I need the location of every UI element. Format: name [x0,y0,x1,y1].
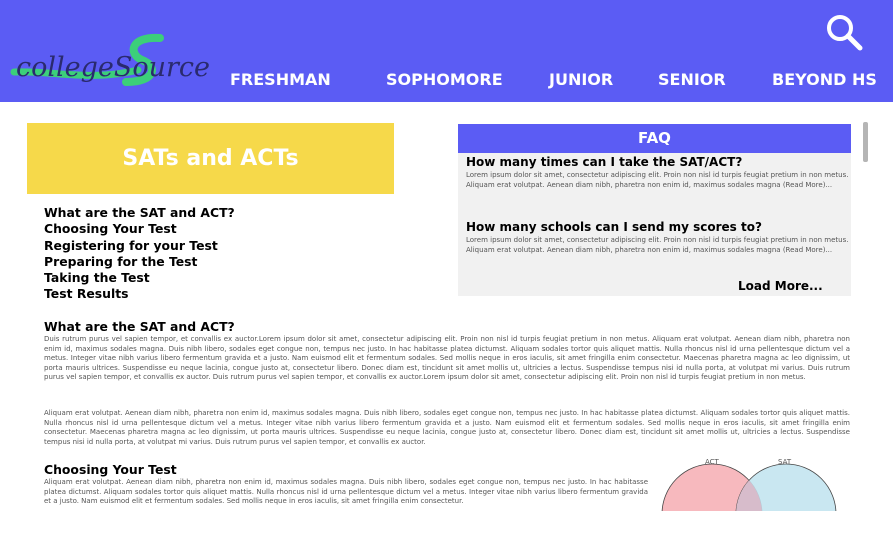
venn-label-act: ACT [705,458,720,466]
faq-title: FAQ [458,124,851,153]
faq-question[interactable]: How many schools can I send my scores to… [466,220,851,235]
faq-answer: Lorem ipsum dolor sit amet, consectetur … [466,171,849,189]
main-nav: FRESHMAN SOPHOMORE JUNIOR SENIOR BEYOND … [0,70,893,92]
section-paragraph: Aliquam erat volutpat. Aenean diam nibh,… [44,478,648,506]
toc-link-taking[interactable]: Taking the Test [44,270,384,286]
faq-item: How many schools can I send my scores to… [466,220,851,255]
scrollbar-track[interactable] [860,118,870,508]
faq-question[interactable]: How many times can I take the SAT/ACT? [466,155,851,170]
search-button[interactable] [824,12,864,52]
faq-answer: Lorem ipsum dolor sit amet, consectetur … [466,236,849,254]
toc-link-registering[interactable]: Registering for your Test [44,238,384,254]
toc-link-what[interactable]: What are the SAT and ACT? [44,205,384,221]
nav-sophomore[interactable]: SOPHOMORE [386,70,503,89]
section-title-choosing: Choosing Your Test [44,462,177,477]
page-bottom-area [0,511,893,542]
section-title-what: What are the SAT and ACT? [44,319,235,334]
hero-banner: SATs and ACTs [27,123,394,194]
toc-link-results[interactable]: Test Results [44,286,384,302]
scrollbar-thumb[interactable] [863,122,868,162]
toc-link-preparing[interactable]: Preparing for the Test [44,254,384,270]
venn-diagram: ACT SAT [660,456,850,516]
nav-beyond-hs[interactable]: BEYOND HS [772,70,877,89]
section-paragraph: Duis rutrum purus vel sapien tempor, et … [44,335,850,382]
nav-senior[interactable]: SENIOR [658,70,726,89]
section-paragraph: Aliquam erat volutpat. Aenean diam nibh,… [44,409,850,446]
page: collegeSource FRESHMAN SOPHOMORE JUNIOR … [0,0,893,542]
table-of-contents: What are the SAT and ACT? Choosing Your … [44,205,384,303]
nav-freshman[interactable]: FRESHMAN [230,70,331,89]
faq-panel: FAQ How many times can I take the SAT/AC… [458,124,851,296]
toc-link-choosing[interactable]: Choosing Your Test [44,221,384,237]
search-icon [827,15,863,51]
load-more-link[interactable]: Load More... [738,279,823,293]
page-title: SATs and ACTs [122,146,299,171]
faq-item: How many times can I take the SAT/ACT? L… [466,155,851,190]
venn-label-sat: SAT [778,458,792,466]
header-bar: collegeSource FRESHMAN SOPHOMORE JUNIOR … [0,0,893,102]
nav-junior[interactable]: JUNIOR [549,70,613,89]
